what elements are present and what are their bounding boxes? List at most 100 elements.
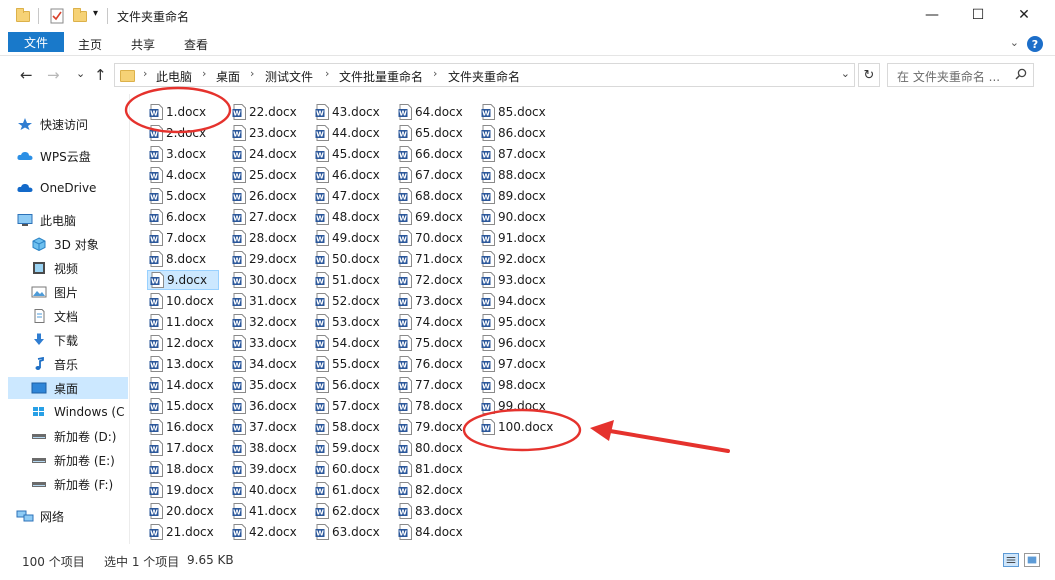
file-item[interactable]: W 71.docx [396,249,470,269]
refresh-button[interactable]: ↻ [858,63,880,87]
file-item[interactable]: W 65.docx [396,123,470,143]
file-item[interactable]: W 99.docx [479,396,553,416]
file-item[interactable]: W 41.docx [230,501,304,521]
file-item[interactable]: W 59.docx [313,438,387,458]
file-item[interactable]: W 15.docx [147,396,221,416]
search-icon[interactable] [1015,68,1027,80]
file-item[interactable]: W 77.docx [396,375,470,395]
file-item[interactable]: W 7.docx [147,228,221,248]
chevron-right-icon[interactable]: › [325,67,329,80]
file-item[interactable]: W 28.docx [230,228,304,248]
file-item[interactable]: W 52.docx [313,291,387,311]
file-item[interactable]: W 17.docx [147,438,221,458]
file-item[interactable]: W 97.docx [479,354,553,374]
file-item[interactable]: W 73.docx [396,291,470,311]
file-item[interactable]: W 70.docx [396,228,470,248]
file-item[interactable]: W 67.docx [396,165,470,185]
file-item[interactable]: W 89.docx [479,186,553,206]
sidebar-item[interactable]: OneDrive [8,177,128,199]
file-item[interactable]: W 4.docx [147,165,221,185]
file-item[interactable]: W 63.docx [313,522,387,542]
file-item[interactable]: W 18.docx [147,459,221,479]
file-item[interactable]: W 12.docx [147,333,221,353]
sidebar-item[interactable]: WPS云盘 [8,145,128,167]
search-input[interactable]: 在 文件夹重命名 ... [887,63,1034,87]
file-item[interactable]: W 23.docx [230,123,304,143]
file-item[interactable]: W 100.docx [479,417,553,437]
file-item[interactable]: W 91.docx [479,228,553,248]
chevron-right-icon[interactable]: › [433,67,437,80]
chevron-right-icon[interactable]: › [250,67,254,80]
file-item[interactable]: W 31.docx [230,291,304,311]
file-item[interactable]: W 75.docx [396,333,470,353]
tab-view[interactable]: 查看 [178,32,214,56]
file-item[interactable]: W 26.docx [230,186,304,206]
file-item[interactable]: W 94.docx [479,291,553,311]
file-item[interactable]: W 85.docx [479,102,553,122]
file-item[interactable]: W 13.docx [147,354,221,374]
file-item[interactable]: W 54.docx [313,333,387,353]
file-item[interactable]: W 21.docx [147,522,221,542]
file-item[interactable]: W 2.docx [147,123,221,143]
file-item[interactable]: W 37.docx [230,417,304,437]
file-item[interactable]: W 3.docx [147,144,221,164]
sidebar-item[interactable]: 此电脑 [8,209,128,231]
file-item[interactable]: W 9.docx [147,270,219,290]
file-item[interactable]: W 36.docx [230,396,304,416]
back-button[interactable]: ← [20,66,33,84]
sidebar-item[interactable]: 图片 [8,281,128,303]
file-item[interactable]: W 60.docx [313,459,387,479]
maximize-button[interactable]: ☐ [955,0,1001,30]
file-item[interactable]: W 27.docx [230,207,304,227]
file-item[interactable]: W 39.docx [230,459,304,479]
forward-button[interactable]: → [47,66,60,84]
file-item[interactable]: W 8.docx [147,249,221,269]
breadcrumb-test-files[interactable]: 测试文件 [265,68,313,85]
file-item[interactable]: W 34.docx [230,354,304,374]
address-bar[interactable]: › 此电脑 › 桌面 › 测试文件 › 文件批量重命名 › 文件夹重命名 ⌄ [114,63,855,87]
file-item[interactable]: W 80.docx [396,438,470,458]
sidebar-item[interactable]: 音乐 [8,353,128,375]
file-item[interactable]: W 46.docx [313,165,387,185]
file-item[interactable]: W 20.docx [147,501,221,521]
sidebar-item[interactable]: 桌面 [8,377,128,399]
help-icon[interactable]: ? [1027,36,1043,52]
file-item[interactable]: W 72.docx [396,270,470,290]
file-item[interactable]: W 38.docx [230,438,304,458]
file-item[interactable]: W 62.docx [313,501,387,521]
chevron-down-icon[interactable]: ⌄ [841,67,850,80]
sidebar-item[interactable]: 新加卷 (F:) [8,473,128,495]
sidebar-item[interactable]: 3D 对象 [8,233,128,255]
properties-icon[interactable] [49,7,65,24]
file-item[interactable]: W 57.docx [313,396,387,416]
chevron-right-icon[interactable]: › [202,67,206,80]
tab-share[interactable]: 共享 [125,32,161,56]
file-item[interactable]: W 66.docx [396,144,470,164]
file-item[interactable]: W 49.docx [313,228,387,248]
minimize-button[interactable]: — [909,0,955,30]
file-item[interactable]: W 11.docx [147,312,221,332]
file-item[interactable]: W 55.docx [313,354,387,374]
file-item[interactable]: W 92.docx [479,249,553,269]
tab-home[interactable]: 主页 [72,32,108,56]
sidebar-item[interactable]: 网络 [8,505,128,527]
file-item[interactable]: W 81.docx [396,459,470,479]
file-item[interactable]: W 30.docx [230,270,304,290]
file-item[interactable]: W 98.docx [479,375,553,395]
close-button[interactable]: ✕ [1001,0,1047,30]
file-item[interactable]: W 33.docx [230,333,304,353]
file-item[interactable]: W 42.docx [230,522,304,542]
file-item[interactable]: W 82.docx [396,480,470,500]
breadcrumb-this-pc[interactable]: 此电脑 [156,68,192,85]
file-item[interactable]: W 43.docx [313,102,387,122]
file-item[interactable]: W 69.docx [396,207,470,227]
file-item[interactable]: W 19.docx [147,480,221,500]
file-item[interactable]: W 35.docx [230,375,304,395]
file-item[interactable]: W 74.docx [396,312,470,332]
file-item[interactable]: W 22.docx [230,102,304,122]
file-item[interactable]: W 14.docx [147,375,221,395]
breadcrumb-folder-rename[interactable]: 文件夹重命名 [448,68,520,85]
sidebar-item[interactable]: Windows (C [8,401,128,423]
details-view-icon[interactable] [1003,553,1019,567]
file-item[interactable]: W 32.docx [230,312,304,332]
